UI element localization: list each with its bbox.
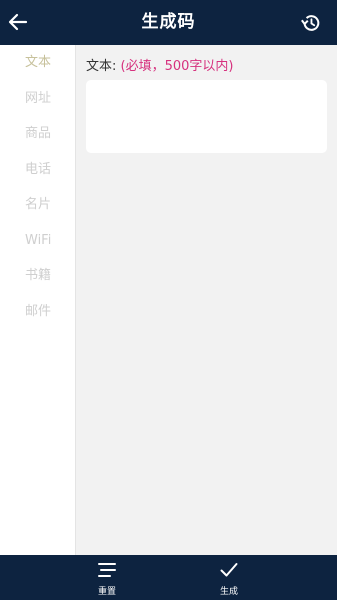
- sidebar-item-text[interactable]: 文本: [0, 45, 75, 81]
- sidebar-item-card[interactable]: 名片: [0, 187, 75, 223]
- generate-label: 生成: [219, 587, 238, 597]
- sidebar-item-product[interactable]: 商品: [0, 116, 75, 152]
- history-button[interactable]: [299, 11, 323, 35]
- reset-label: 重置: [97, 587, 116, 597]
- sidebar-item-wifi[interactable]: WiFi: [0, 223, 75, 259]
- reset-lines-icon: [98, 563, 116, 577]
- sidebar-item-email[interactable]: 邮件: [0, 294, 75, 330]
- page-title: 生成码: [141, 12, 196, 32]
- history-icon: [301, 15, 320, 31]
- generate-button[interactable]: 生成: [199, 555, 259, 600]
- sidebar-item-book[interactable]: 书籍: [0, 258, 75, 294]
- top-app-bar: 生成码: [0, 0, 337, 45]
- category-sidebar: 文本 网址 商品 电话 名片 WiFi 书籍 邮件: [0, 45, 76, 555]
- sidebar-item-phone[interactable]: 电话: [0, 152, 75, 188]
- reset-button[interactable]: 重置: [77, 555, 137, 600]
- sidebar-item-url[interactable]: 网址: [0, 81, 75, 117]
- bottom-action-bar: 重置 生成: [0, 555, 337, 600]
- checkmark-icon: [220, 563, 238, 577]
- content-panel: 文本: (必填，500字以内): [76, 45, 337, 555]
- required-hint: (必填，500字以内): [120, 59, 234, 74]
- text-field-label-row: 文本: (必填，500字以内): [86, 55, 234, 74]
- text-input[interactable]: [86, 80, 327, 153]
- text-field-label: 文本:: [86, 59, 117, 74]
